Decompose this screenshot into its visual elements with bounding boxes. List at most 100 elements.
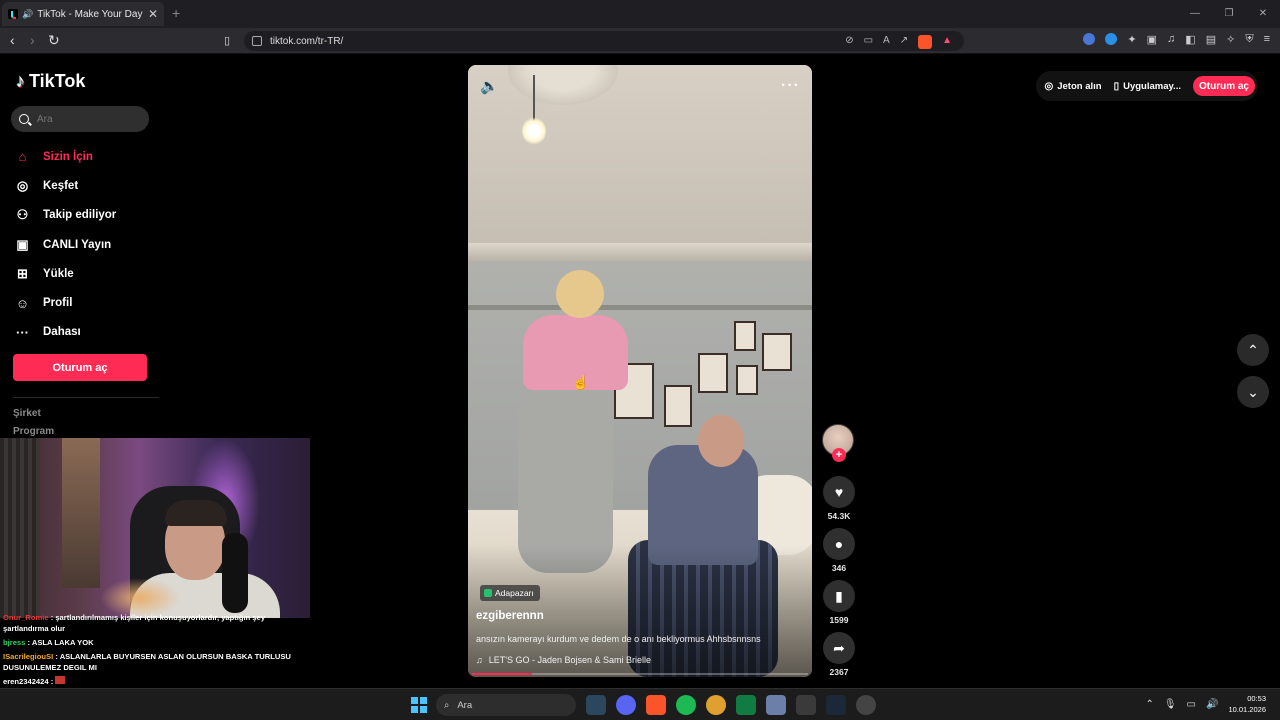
- chat-message: ISacrilegiouSI : ASLANLARLA BUYURSEN ASL…: [3, 652, 291, 672]
- chat-text: ASLA LAKA YOK: [31, 638, 94, 647]
- following-icon: ⚇: [16, 207, 29, 223]
- footer-link-program[interactable]: Program: [13, 426, 54, 437]
- sidebar-item-more[interactable]: ··· Dahası: [14, 318, 116, 347]
- profile-icon: ☺: [15, 295, 30, 311]
- video-music[interactable]: ♫ LET'S GO - Jaden Bojsen & Sami Brielle: [476, 655, 651, 665]
- sidebar-item-live[interactable]: ▣ CANLI Yayın: [14, 230, 116, 259]
- extension-icon[interactable]: [1083, 33, 1096, 45]
- discord-app-icon[interactable]: [616, 695, 636, 715]
- comment-button[interactable]: ●: [823, 528, 855, 560]
- footer-link-company[interactable]: Şirket: [13, 408, 41, 419]
- get-app-link[interactable]: ▯ Uygulamay...: [1114, 81, 1181, 92]
- more-icon: ···: [16, 324, 29, 340]
- previous-video-button[interactable]: ⌃: [1237, 334, 1269, 366]
- sidebar-login-button[interactable]: Oturum aç: [13, 354, 147, 381]
- site-info-icon[interactable]: [252, 36, 262, 46]
- video-scene-frame: [664, 385, 692, 427]
- network-icon[interactable]: ▭: [1187, 699, 1196, 710]
- tiktok-logo[interactable]: ♪ TikTok: [16, 71, 85, 92]
- tray-chevron-icon[interactable]: ⌃: [1145, 699, 1153, 710]
- like-button[interactable]: ♥: [823, 476, 855, 508]
- location-pin-icon: [484, 589, 492, 597]
- translate-icon[interactable]: A: [883, 35, 890, 49]
- more-options-icon[interactable]: ···: [781, 77, 800, 95]
- sidebar-item-label: Profil: [43, 297, 73, 310]
- search-icon: [19, 114, 29, 124]
- microphone-icon[interactable]: 🎙: [1164, 699, 1177, 710]
- windows-taskbar: ⌕ Ara ⌃ 🎙 ▭ 🔊 00:53 10.01.2026: [0, 688, 1280, 720]
- new-tab-button[interactable]: +: [172, 5, 180, 21]
- next-video-button[interactable]: ⌄: [1237, 376, 1269, 408]
- clock[interactable]: 00:53 10.01.2026: [1228, 693, 1266, 715]
- comment-count: 346: [831, 563, 847, 573]
- sidebar-item-explore[interactable]: ◎ Keşfet: [14, 171, 116, 200]
- forward-icon[interactable]: ›: [30, 32, 35, 48]
- steam-app-icon[interactable]: [826, 695, 846, 715]
- xbox-app-icon[interactable]: [736, 695, 756, 715]
- browser-toolbar: ‹ › ↻ ▯ tiktok.com/tr-TR/ ⊘ ▭ A ↗ ▲ ✦ ▣ …: [0, 28, 1280, 54]
- reload-icon[interactable]: ↻: [48, 32, 60, 49]
- search-box[interactable]: [11, 106, 149, 132]
- video-player[interactable]: 🔈 ··· Adapazarı ezgiberennn ansızın kame…: [468, 65, 812, 677]
- obs-app-icon[interactable]: [856, 695, 876, 715]
- brave-rewards-icon[interactable]: ▲: [942, 35, 952, 49]
- chat-message: bjress : ASLA LAKA YOK: [3, 638, 94, 647]
- share-count: 2367: [829, 667, 849, 677]
- menu-icon[interactable]: ≡: [1264, 33, 1270, 46]
- save-button[interactable]: ▮: [823, 580, 855, 612]
- url-text: tiktok.com/tr-TR/: [270, 35, 344, 47]
- video-scene-frame: [734, 321, 756, 351]
- get-coins-link[interactable]: ◎ Jeton alın: [1044, 81, 1101, 92]
- no-image-icon[interactable]: ⊘: [845, 35, 853, 49]
- search-input[interactable]: [37, 113, 137, 125]
- leo-icon[interactable]: ✧: [1226, 33, 1235, 46]
- webcam-scene-microphone: [222, 533, 248, 613]
- address-bar[interactable]: tiktok.com/tr-TR/ ⊘ ▭ A ↗ ▲: [244, 31, 964, 51]
- steam-app-icon[interactable]: [586, 695, 606, 715]
- back-icon[interactable]: ‹: [10, 32, 15, 48]
- video-progress-fill: [472, 673, 533, 675]
- app-icon[interactable]: [766, 695, 786, 715]
- browser-tab[interactable]: 🔊 TikTok - Make Your Day ✕: [2, 2, 164, 26]
- minimize-icon[interactable]: —: [1178, 0, 1212, 28]
- divider: [13, 397, 159, 398]
- header-login-button[interactable]: Oturum aç: [1192, 76, 1255, 96]
- sidebar-toggle-icon[interactable]: ◧: [1185, 33, 1195, 46]
- tiktok-note-icon: ♪: [16, 71, 25, 91]
- sidebar-item-upload[interactable]: ⊞ Yükle: [14, 259, 116, 288]
- app-icon[interactable]: [796, 695, 816, 715]
- spotify-app-icon[interactable]: [676, 695, 696, 715]
- brave-shields-icon[interactable]: [918, 35, 933, 49]
- windows-start-icon[interactable]: [411, 697, 427, 713]
- chevron-down-icon: ⌄: [1247, 383, 1259, 400]
- location-tag[interactable]: Adapazarı: [480, 585, 540, 601]
- maximize-icon[interactable]: ❐: [1212, 0, 1246, 28]
- video-scene-lightbulb: [522, 117, 546, 145]
- volume-icon[interactable]: 🔊: [1206, 699, 1218, 710]
- brave-app-icon[interactable]: [646, 695, 666, 715]
- music-icon[interactable]: ♫: [1167, 33, 1175, 46]
- video-author[interactable]: ezgiberennn: [476, 610, 544, 622]
- bookmark-icon[interactable]: ▯: [224, 34, 230, 47]
- close-window-icon[interactable]: ✕: [1246, 0, 1280, 28]
- share-button[interactable]: ➦: [823, 632, 855, 664]
- sidebar-nav: ⌂ Sizin İçin ◎ Keşfet ⚇ Takip ediliyor ▣…: [14, 142, 116, 347]
- close-tab-button[interactable]: ✕: [148, 7, 158, 21]
- sidebar-item-for-you[interactable]: ⌂ Sizin İçin: [14, 142, 116, 171]
- taskbar-search[interactable]: ⌕ Ara: [436, 694, 576, 716]
- vpn-icon[interactable]: ⛨: [1245, 33, 1253, 46]
- video-progress-bar[interactable]: [472, 673, 808, 675]
- puzzle-icon[interactable]: ✦: [1127, 33, 1136, 46]
- wallet-icon[interactable]: ▤: [1206, 33, 1216, 46]
- cast-icon[interactable]: ▭: [864, 35, 873, 49]
- volume-icon[interactable]: 🔈: [480, 77, 500, 97]
- home-icon: ⌂: [18, 149, 27, 165]
- extension-icon[interactable]: [1105, 33, 1118, 45]
- sidebar-item-following[interactable]: ⚇ Takip ediliyor: [14, 201, 117, 230]
- share-icon[interactable]: ↗: [900, 35, 908, 49]
- extensions-bar: ✦ ▣ ♫ ◧ ▤ ✧ ⛨ ≡: [1083, 33, 1270, 46]
- follow-plus-icon[interactable]: +: [832, 448, 846, 462]
- screenshot-icon[interactable]: ▣: [1147, 33, 1157, 46]
- sidebar-item-profile[interactable]: ☺ Profil: [14, 288, 116, 317]
- app-icon[interactable]: [706, 695, 726, 715]
